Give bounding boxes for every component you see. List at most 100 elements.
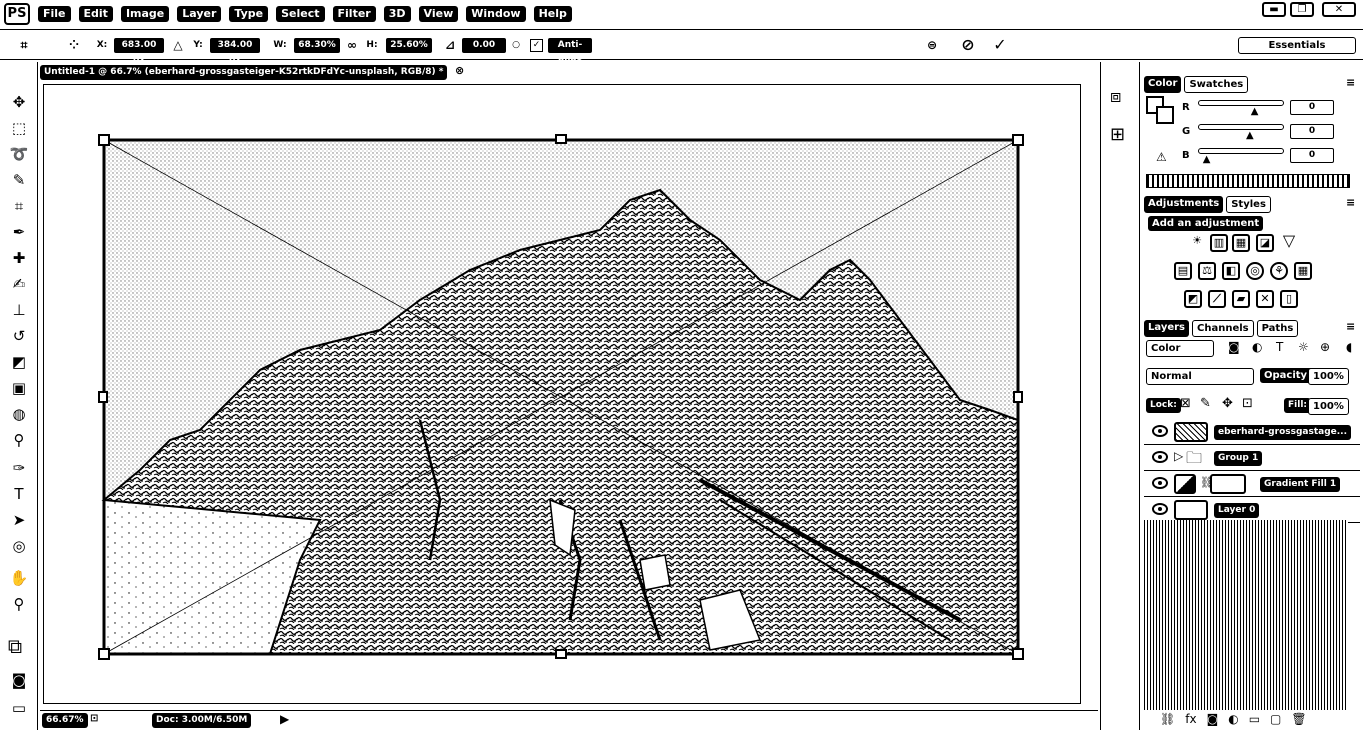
exposure-icon[interactable]: ◪ — [1256, 234, 1274, 252]
visibility-eye-icon[interactable] — [1152, 477, 1168, 489]
layers-panel-tabs: Layers Channels Paths — [1144, 320, 1299, 337]
channel-b-label: B — [1182, 150, 1190, 161]
handle-bottom-right — [1012, 648, 1024, 660]
layer-kind-filter[interactable]: Color — [1146, 340, 1214, 357]
properties-panel-icon[interactable]: ⊞ — [1110, 124, 1125, 145]
threshold-icon[interactable]: ▰ — [1232, 290, 1250, 308]
layer-row[interactable]: eberhard-grossgastage... — [1144, 420, 1360, 445]
zoom-level[interactable]: 66.67% — [42, 713, 88, 728]
handle-mid-right — [1013, 391, 1023, 403]
invert-icon[interactable]: ◩ — [1184, 290, 1202, 308]
lock-label: Lock: — [1146, 398, 1181, 413]
color-ramp[interactable] — [1146, 174, 1350, 188]
curves-icon[interactable]: ▦ — [1232, 234, 1250, 252]
color-lookup-icon[interactable]: ▦ — [1294, 262, 1312, 280]
fill-label: Fill: — [1284, 398, 1312, 413]
panel-menu-icon[interactable]: ≡ — [1346, 76, 1355, 89]
gradient-map-icon[interactable]: ✕ — [1256, 290, 1274, 308]
lock-pixels-icon[interactable]: ✎ — [1200, 396, 1211, 411]
adjustments-menu-icon[interactable]: ≡ — [1346, 196, 1355, 209]
layers-footer: ⛓ fx ◙ ◐ ▭ ▢ 🗑 — [1144, 710, 1363, 730]
mask-thumbnail — [1210, 474, 1246, 494]
filter-adjust-icon[interactable]: ◐ — [1252, 340, 1262, 354]
link-layers-icon[interactable]: ⛓ — [1160, 710, 1175, 730]
tab-swatches[interactable]: Swatches — [1184, 76, 1249, 93]
channel-b-slider[interactable] — [1198, 148, 1284, 154]
channel-g-label: G — [1182, 126, 1191, 137]
layer-name[interactable]: Group 1 — [1214, 451, 1263, 466]
layer-row[interactable]: ⛓ Gradient Fill 1 — [1144, 472, 1360, 497]
visibility-eye-icon[interactable] — [1152, 451, 1168, 463]
fg-bg-color-icon[interactable] — [1146, 96, 1176, 130]
new-adjustment-icon[interactable]: ◐ — [1228, 710, 1238, 730]
layer-thumbnail — [1174, 422, 1208, 442]
black-white-icon[interactable]: ◧ — [1222, 262, 1240, 280]
history-panel-icon[interactable]: ⧈ — [1110, 86, 1121, 107]
layer-name[interactable]: Gradient Fill 1 — [1260, 477, 1341, 492]
channel-r-slider[interactable] — [1198, 100, 1284, 106]
handle-bottom-left — [98, 648, 110, 660]
tab-layers[interactable]: Layers — [1144, 320, 1189, 337]
channel-b-value[interactable]: 0 — [1290, 148, 1334, 163]
add-mask-icon[interactable]: ◙ — [1207, 710, 1219, 730]
handle-top-left — [98, 134, 110, 146]
channel-r-value[interactable]: 0 — [1290, 100, 1334, 115]
photo-filter-icon[interactable]: ◎ — [1246, 262, 1264, 280]
lock-position-icon[interactable]: ✥ — [1222, 396, 1233, 411]
channel-b-thumb[interactable]: ▲ — [1203, 154, 1211, 165]
layer-style-icon[interactable]: fx — [1185, 710, 1196, 730]
layer-row[interactable]: ▷ 🗀 Group 1 — [1144, 446, 1360, 471]
brightness-icon[interactable]: ☀ — [1188, 234, 1206, 252]
visibility-eye-icon[interactable] — [1152, 503, 1168, 515]
filter-shape-icon[interactable]: ☼ — [1298, 340, 1309, 354]
blend-mode-select[interactable]: Normal — [1146, 368, 1254, 385]
filter-toggle-icon[interactable]: ◖ — [1346, 340, 1352, 354]
delete-layer-icon[interactable]: 🗑 — [1291, 710, 1306, 730]
filter-pixel-icon[interactable]: ◙ — [1228, 340, 1240, 354]
new-layer-icon[interactable]: ▢ — [1270, 710, 1281, 730]
handle-bottom-center — [555, 649, 567, 659]
gamut-warning-icon: ⚠ — [1156, 150, 1167, 164]
tab-adjustments[interactable]: Adjustments — [1144, 196, 1224, 213]
vibrance-icon[interactable]: ▽ — [1280, 233, 1298, 252]
gradient-thumbnail — [1174, 474, 1196, 494]
channel-g-thumb[interactable]: ▲ — [1246, 130, 1254, 141]
filter-type-icon[interactable]: T — [1276, 340, 1283, 354]
status-menu-arrow-icon[interactable]: ▶ — [280, 712, 289, 726]
color-balance-icon[interactable]: ⚖ — [1198, 262, 1216, 280]
layers-menu-icon[interactable]: ≡ — [1346, 320, 1355, 333]
levels-icon[interactable]: ▥ — [1210, 234, 1228, 252]
channel-mixer-icon[interactable]: ⚘ — [1270, 262, 1288, 280]
tab-paths[interactable]: Paths — [1256, 320, 1299, 337]
status-icon[interactable]: ⊡ — [90, 713, 98, 724]
tab-styles[interactable]: Styles — [1226, 196, 1271, 213]
adjustments-panel-tabs: Adjustments Styles — [1144, 196, 1271, 213]
layer-name[interactable]: Layer 0 — [1214, 503, 1260, 518]
filter-smart-icon[interactable]: ⊕ — [1320, 340, 1330, 354]
add-adjustment-label: Add an adjustment — [1148, 216, 1264, 231]
selective-color-icon[interactable]: ▯ — [1280, 290, 1298, 308]
tab-channels[interactable]: Channels — [1192, 320, 1254, 337]
handle-top-center — [555, 134, 567, 144]
handle-mid-left — [98, 391, 108, 403]
fill-field[interactable]: 100% — [1308, 398, 1349, 415]
visibility-eye-icon[interactable] — [1152, 425, 1168, 437]
channel-r-thumb[interactable]: ▲ — [1251, 106, 1259, 117]
channel-g-value[interactable]: 0 — [1290, 124, 1334, 139]
layer-name[interactable]: eberhard-grossgastage... — [1214, 425, 1352, 440]
status-bar: 66.67% ⊡ Doc: 3.00M/6.50M ▶ — [40, 710, 1098, 730]
channel-g-slider[interactable] — [1198, 124, 1284, 130]
color-panel-tabs: Color Swatches — [1144, 76, 1249, 93]
opacity-field[interactable]: 100% — [1308, 368, 1349, 385]
layers-empty-area — [1144, 520, 1348, 710]
doc-size: Doc: 3.00M/6.50M — [152, 713, 252, 728]
posterize-icon[interactable]: ⟋ — [1208, 290, 1226, 308]
panel-dock: ⧈ ⊞ — [1100, 62, 1140, 730]
tab-color[interactable]: Color — [1144, 76, 1182, 93]
lock-all-icon[interactable]: ⊡ — [1242, 396, 1253, 411]
folder-icon: 🗀 — [1186, 448, 1203, 467]
hue-saturation-icon[interactable]: ▤ — [1174, 262, 1192, 280]
group-expand-arrow-icon[interactable]: ▷ — [1174, 449, 1183, 463]
lock-transparency-icon[interactable]: ⊠ — [1180, 396, 1191, 411]
new-group-icon[interactable]: ▭ — [1249, 710, 1260, 730]
